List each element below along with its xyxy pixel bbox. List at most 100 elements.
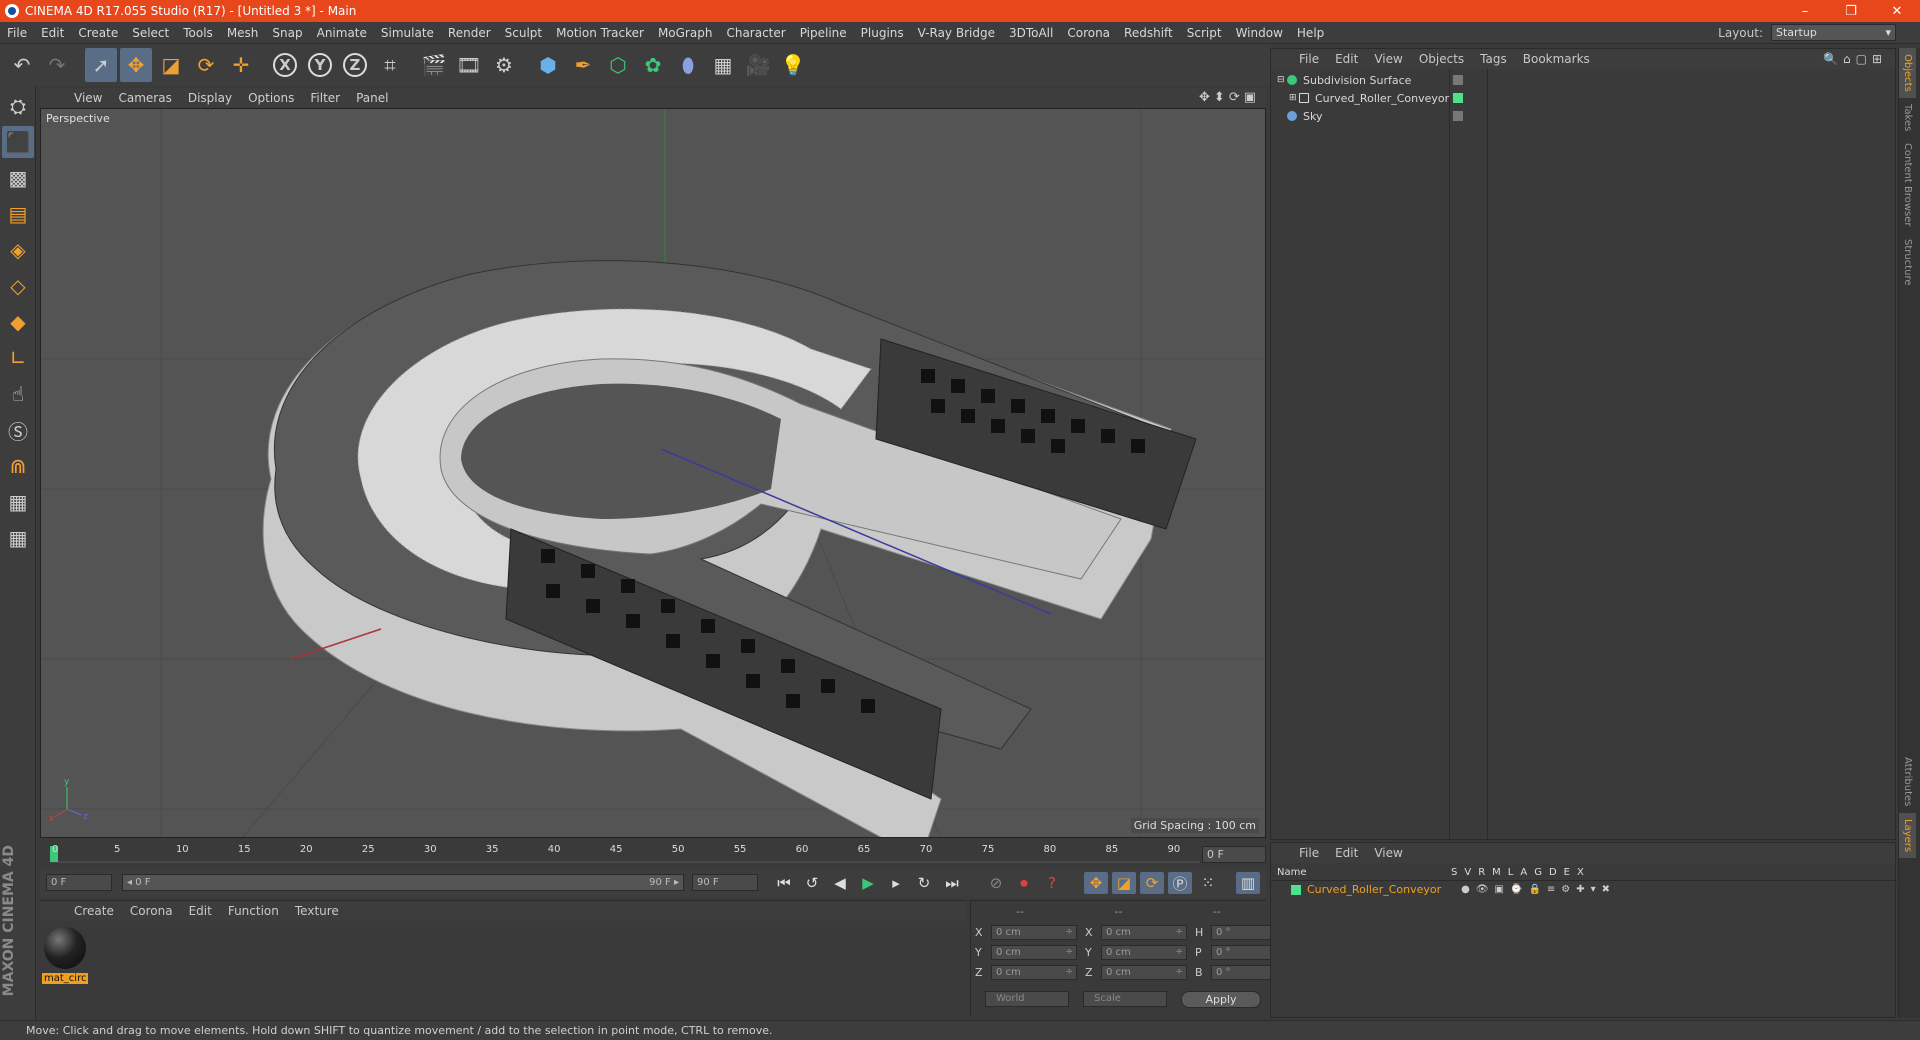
transform-tool-icon[interactable]: ✛ bbox=[225, 48, 257, 82]
mat-menu-texture[interactable]: Texture bbox=[287, 904, 347, 918]
tab-takes[interactable]: Takes bbox=[1899, 98, 1916, 137]
subdivision-surface-icon[interactable]: ⬡ bbox=[602, 48, 634, 82]
next-frame-icon[interactable]: ▸ bbox=[884, 872, 908, 894]
perspective-viewport[interactable]: y x z Perspective Grid Spacing : 100 cm bbox=[40, 108, 1266, 838]
workplane-grid-icon[interactable]: ▦ bbox=[2, 522, 34, 554]
col-animation[interactable]: A bbox=[1520, 867, 1527, 878]
menu-animate[interactable]: Animate bbox=[310, 26, 374, 40]
layer-row[interactable]: Curved_Roller_Conveyor ●👁▣⌚🔒≡⚙✚▾✖ bbox=[1277, 883, 1616, 896]
play-icon[interactable]: ▶ bbox=[856, 872, 880, 894]
z-axis-lock-icon[interactable]: Z bbox=[339, 48, 371, 82]
col-view[interactable]: V bbox=[1464, 867, 1471, 878]
goto-end-icon[interactable]: ⏭ bbox=[940, 872, 964, 894]
workplane-mode-icon[interactable]: ▤ bbox=[2, 198, 34, 230]
viewport-menu-filter[interactable]: Filter bbox=[302, 91, 348, 105]
layout-dropdown[interactable]: Startup bbox=[1771, 24, 1896, 41]
col-xref[interactable]: X bbox=[1577, 867, 1584, 878]
key-rotation-icon[interactable]: ⟳ bbox=[1140, 872, 1164, 894]
polygons-mode-icon[interactable]: ◆ bbox=[2, 306, 34, 338]
mat-menu-function[interactable]: Function bbox=[220, 904, 287, 918]
key-position-icon[interactable]: ✥ bbox=[1084, 872, 1108, 894]
obj-menu-tags[interactable]: Tags bbox=[1472, 52, 1515, 66]
tab-layers[interactable]: Layers bbox=[1899, 812, 1916, 858]
layer-menu-edit[interactable]: Edit bbox=[1327, 846, 1366, 860]
menu-simulate[interactable]: Simulate bbox=[374, 26, 441, 40]
x-axis-lock-icon[interactable]: X bbox=[269, 48, 301, 82]
menu-select[interactable]: Select bbox=[125, 26, 176, 40]
key-pla-icon[interactable]: ⁙ bbox=[1196, 872, 1220, 894]
timeline-window-icon[interactable]: ▥ bbox=[1236, 872, 1260, 894]
points-mode-icon[interactable]: ◈ bbox=[2, 234, 34, 266]
layer-toggle-icons[interactable]: ●👁▣⌚🔒≡⚙✚▾✖ bbox=[1461, 884, 1616, 895]
start-frame-field[interactable]: 0 F bbox=[46, 874, 112, 891]
menu-render[interactable]: Render bbox=[441, 26, 498, 40]
layer-menu-file[interactable]: File bbox=[1291, 846, 1327, 860]
world-dropdown[interactable]: World bbox=[985, 991, 1069, 1007]
scale-dropdown[interactable]: Scale bbox=[1083, 991, 1167, 1007]
position-z-field[interactable]: 0 cm bbox=[991, 965, 1077, 980]
cube-object-icon[interactable]: ⬢ bbox=[532, 48, 564, 82]
camera-icon[interactable]: 🎥 bbox=[742, 48, 774, 82]
menu-snap[interactable]: Snap bbox=[265, 26, 309, 40]
next-key-icon[interactable]: ↻ bbox=[912, 872, 936, 894]
obj-menu-objects[interactable]: Objects bbox=[1411, 52, 1472, 66]
coordinate-system-icon[interactable]: ⌗ bbox=[374, 48, 406, 82]
menu-mograph[interactable]: MoGraph bbox=[651, 26, 720, 40]
mat-menu-corona[interactable]: Corona bbox=[122, 904, 181, 918]
object-row-subdivision-surface[interactable]: ⊟ Subdivision Surface bbox=[1277, 71, 1889, 89]
move-tool-icon[interactable]: ✥ bbox=[120, 48, 152, 82]
snapping-icon[interactable]: Ⓢ bbox=[2, 414, 34, 446]
prev-frame-icon[interactable]: ◀ bbox=[828, 872, 852, 894]
material-preview-sphere[interactable] bbox=[44, 927, 86, 969]
object-row-curved-roller-conveyor[interactable]: ⊞ Curved_Roller_Conveyor bbox=[1277, 89, 1889, 107]
obj-menu-file[interactable]: File bbox=[1291, 52, 1327, 66]
col-expressions[interactable]: E bbox=[1564, 867, 1570, 878]
tweak-mode-icon[interactable]: ☝ bbox=[2, 378, 34, 410]
magnet-icon[interactable]: ⋒ bbox=[2, 450, 34, 482]
layer-menu-view[interactable]: View bbox=[1366, 846, 1410, 860]
object-row-sky[interactable]: Sky bbox=[1277, 107, 1889, 125]
mat-menu-edit[interactable]: Edit bbox=[181, 904, 220, 918]
apply-button[interactable]: Apply bbox=[1181, 991, 1261, 1008]
select-arrow-icon[interactable]: ➚ bbox=[85, 48, 117, 82]
menu-file[interactable]: File bbox=[0, 26, 34, 40]
menu-plugins[interactable]: Plugins bbox=[854, 26, 911, 40]
col-locked[interactable]: L bbox=[1508, 867, 1514, 878]
make-editable-icon[interactable]: ⛭ bbox=[2, 90, 34, 122]
viewport-menu-display[interactable]: Display bbox=[180, 91, 240, 105]
menu-redshift[interactable]: Redshift bbox=[1117, 26, 1180, 40]
viewport-menu-cameras[interactable]: Cameras bbox=[110, 91, 179, 105]
workplane-lock-icon[interactable]: ▦ bbox=[2, 486, 34, 518]
key-scale-icon[interactable]: ◪ bbox=[1112, 872, 1136, 894]
texture-mode-icon[interactable]: ▩ bbox=[2, 162, 34, 194]
menu-sculpt[interactable]: Sculpt bbox=[498, 26, 549, 40]
scale-tool-icon[interactable]: ◪ bbox=[155, 48, 187, 82]
viewport-menu-panel[interactable]: Panel bbox=[348, 91, 396, 105]
close-button[interactable]: ✕ bbox=[1874, 0, 1920, 22]
rotate-tool-icon[interactable]: ⟳ bbox=[190, 48, 222, 82]
tab-objects[interactable]: Objects bbox=[1899, 48, 1916, 98]
viewport-navigation-icons[interactable]: ✥⬍⟳▣ bbox=[1199, 90, 1260, 105]
goto-start-icon[interactable]: ⏮ bbox=[772, 872, 796, 894]
menu-mesh[interactable]: Mesh bbox=[220, 26, 266, 40]
key-parameter-icon[interactable]: Ⓟ bbox=[1168, 872, 1192, 894]
deformer-icon[interactable]: ⬮ bbox=[672, 48, 704, 82]
render-view-icon[interactable]: 🎬 bbox=[418, 48, 450, 82]
menu-help[interactable]: Help bbox=[1290, 26, 1331, 40]
visibility-toggle-icon[interactable] bbox=[1453, 111, 1463, 121]
frame-range-slider[interactable]: ◂ 0 F 90 F ▸ bbox=[122, 874, 684, 891]
keyframe-selection-icon[interactable]: ? bbox=[1040, 872, 1064, 894]
current-frame-field[interactable]: 0 F bbox=[1202, 846, 1266, 863]
redo-icon[interactable]: ↷ bbox=[41, 48, 73, 82]
col-deformers[interactable]: D bbox=[1549, 867, 1557, 878]
col-manager[interactable]: M bbox=[1492, 867, 1501, 878]
layer-color-icon[interactable] bbox=[1291, 884, 1301, 895]
menu-tools[interactable]: Tools bbox=[176, 26, 220, 40]
tab-content-browser[interactable]: Content Browser bbox=[1899, 137, 1916, 232]
autokey-icon[interactable]: ⏺ bbox=[1012, 872, 1036, 894]
menu-edit[interactable]: Edit bbox=[34, 26, 71, 40]
size-z-field[interactable]: 0 cm bbox=[1101, 965, 1187, 980]
render-picture-viewer-icon[interactable]: 🎞 bbox=[453, 48, 485, 82]
model-mode-icon[interactable]: ⬛ bbox=[2, 126, 34, 158]
position-x-field[interactable]: 0 cm bbox=[991, 925, 1077, 940]
